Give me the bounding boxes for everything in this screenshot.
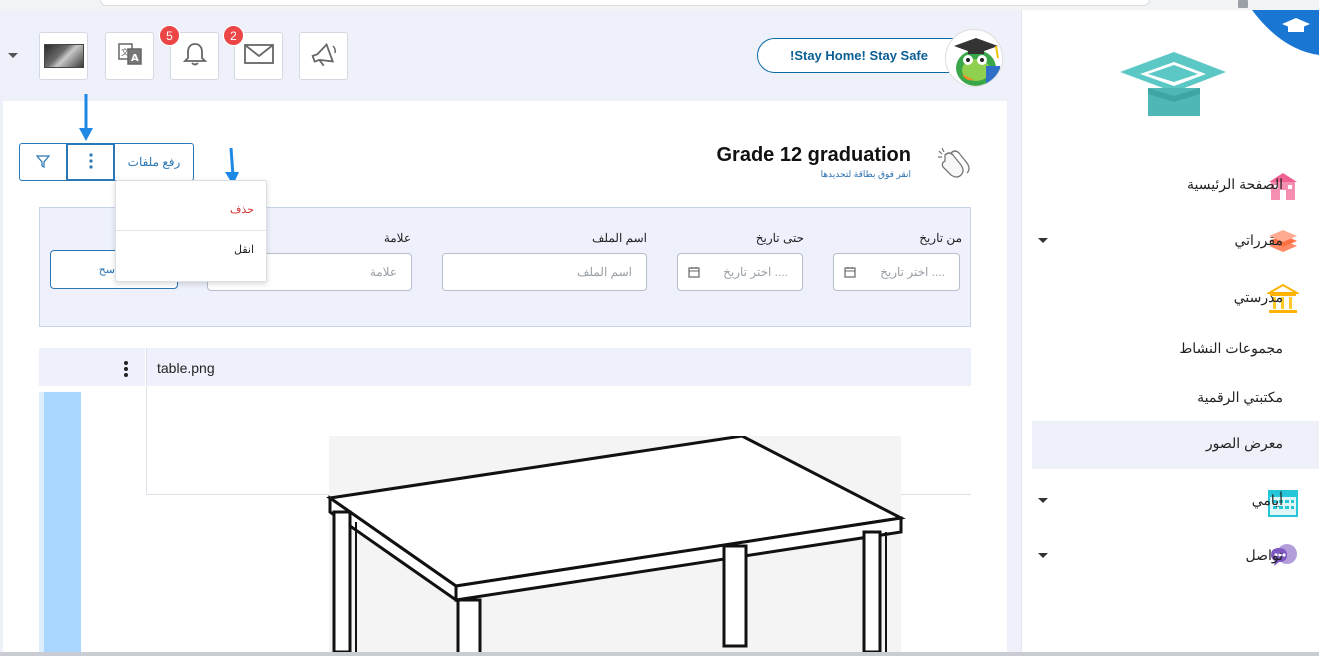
- delete-menu-item[interactable]: حذف: [230, 203, 254, 216]
- gallery-toolbar: رفع ملفات: [19, 143, 194, 181]
- sidebar-item-label: مدرستي: [1233, 289, 1283, 305]
- more-options-dropdown: حذف انقل: [115, 180, 267, 282]
- messages-count-badge: 2: [223, 25, 244, 46]
- annotation-arrow-icon: [78, 94, 94, 146]
- sidebar-item-my-days[interactable]: أيامي: [1032, 478, 1319, 526]
- mascot-avatar: [945, 29, 1003, 87]
- sidebar-item-my-school[interactable]: مدرستي: [1032, 275, 1319, 323]
- svg-text:文: 文: [121, 47, 129, 57]
- sidebar-item-digital-library[interactable]: مكتبتي الرقمية: [1032, 375, 1319, 423]
- sidebar-item-home[interactable]: الصفحة الرئيسية: [1032, 162, 1319, 210]
- sidebar-item-my-courses[interactable]: مقرراتي: [1032, 218, 1319, 266]
- school-logo-icon: [1118, 50, 1228, 120]
- calendar-small-icon: [844, 266, 856, 281]
- from-date-input[interactable]: اختر تاريخ ....: [833, 253, 960, 291]
- clapping-hands-icon: [935, 145, 975, 183]
- notifications-count-badge: 5: [159, 25, 180, 46]
- calendar-small-icon: [688, 266, 700, 281]
- table-image-preview[interactable]: [286, 434, 968, 656]
- browser-extension-icon[interactable]: [1238, 0, 1248, 8]
- profile-avatar-button[interactable]: [39, 32, 88, 80]
- file-name-placeholder: اسم الملف: [576, 265, 632, 279]
- messages-button[interactable]: 2: [223, 25, 283, 80]
- image-file-name: table.png: [157, 360, 215, 376]
- tag-label: علامة: [383, 231, 411, 245]
- announcements-button[interactable]: [299, 32, 348, 80]
- translate-button[interactable]: A 文: [105, 32, 154, 80]
- album-subtitle: انقر فوق بطاقة لتحديدها: [820, 169, 911, 179]
- chevron-down-icon[interactable]: [1038, 553, 1048, 558]
- bell-icon: [181, 40, 209, 72]
- sidebar-item-label: مقرراتي: [1234, 232, 1283, 248]
- menu-divider: [116, 230, 266, 231]
- notifications-button[interactable]: 5: [159, 25, 219, 80]
- tag-placeholder: علامة: [369, 265, 397, 279]
- chevron-down-icon[interactable]: [1038, 238, 1048, 243]
- translate-icon: A 文: [117, 41, 143, 71]
- profile-dropdown-caret-icon[interactable]: [8, 53, 18, 58]
- sidebar-item-photo-gallery[interactable]: معرض الصور: [1032, 421, 1319, 469]
- filter-button[interactable]: [19, 143, 67, 181]
- previous-card-thumbnail[interactable]: [39, 392, 81, 652]
- bottom-scrollbar-strip: [0, 652, 1319, 656]
- kebab-menu-icon: [88, 152, 93, 172]
- thumbnail-edge: [39, 392, 44, 652]
- sidebar-item-activity-groups[interactable]: مجموعات النشاط: [1032, 326, 1319, 374]
- corner-logo-icon: [1252, 10, 1319, 55]
- album-title: Grade 12 graduation: [716, 144, 912, 166]
- to-date-label: حتى تاريخ: [755, 231, 804, 245]
- card-options-kebab-icon[interactable]: [122, 360, 130, 382]
- browser-toolbar-strip: [0, 0, 1319, 10]
- sidebar-item-communicate[interactable]: تواصل: [1032, 533, 1319, 581]
- from-date-label: من تاريخ: [919, 231, 962, 245]
- megaphone-icon: [308, 40, 340, 72]
- sidebar-item-label: أيامي: [1251, 492, 1283, 508]
- sidebar-item-label: مجموعات النشاط: [1179, 340, 1283, 356]
- upload-files-button[interactable]: رفع ملفات: [115, 143, 194, 181]
- avatar: [43, 44, 84, 68]
- stay-home-text: !Stay Home! Stay Safe: [790, 48, 928, 63]
- sidebar-item-label: مكتبتي الرقمية: [1197, 389, 1283, 405]
- sidebar-item-label: الصفحة الرئيسية: [1186, 176, 1283, 192]
- move-menu-item[interactable]: انقل: [234, 243, 254, 256]
- sidebar-item-label: تواصل: [1245, 547, 1283, 563]
- chevron-down-icon[interactable]: [1038, 498, 1048, 503]
- browser-address-bar[interactable]: [100, 0, 1150, 6]
- to-date-placeholder: اختر تاريخ ....: [723, 265, 788, 279]
- more-options-button[interactable]: [67, 143, 115, 181]
- to-date-input[interactable]: اختر تاريخ ....: [677, 253, 803, 291]
- file-name-input[interactable]: اسم الملف: [442, 253, 647, 291]
- file-name-label: اسم الملف: [591, 231, 647, 245]
- filter-icon: [35, 154, 51, 171]
- from-date-placeholder: اختر تاريخ ....: [880, 265, 945, 279]
- envelope-icon: [243, 42, 275, 70]
- svg-text:A: A: [131, 53, 139, 64]
- sidebar-item-label: معرض الصور: [1205, 435, 1283, 451]
